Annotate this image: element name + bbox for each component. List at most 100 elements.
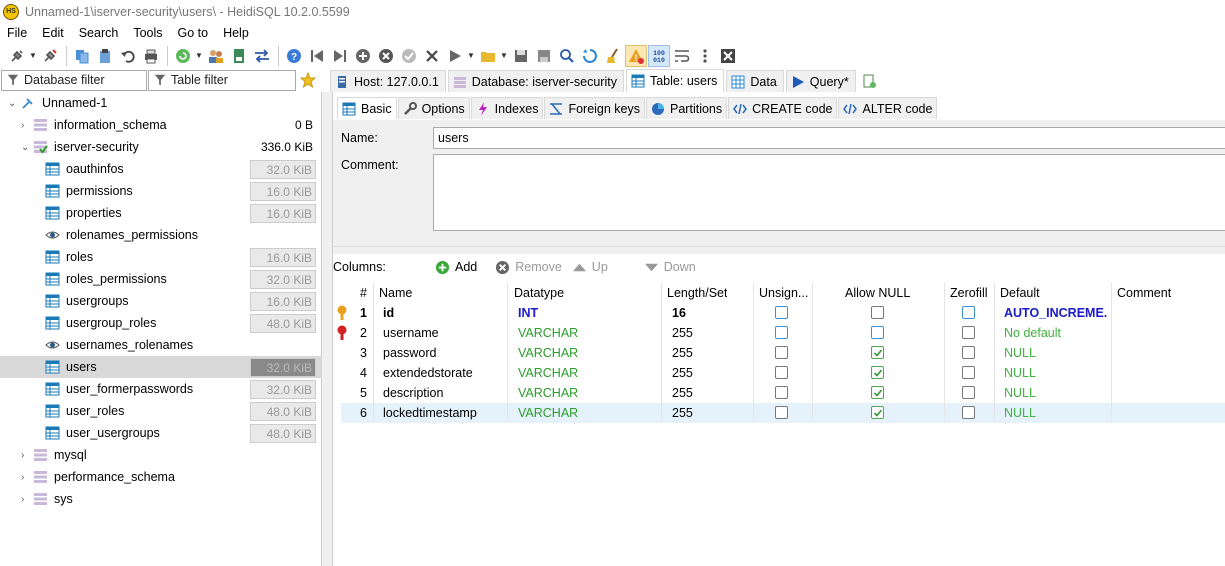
tree-db-performance-schema[interactable]: › performance_schema: [0, 466, 322, 488]
tab-basic[interactable]: Basic: [337, 97, 397, 119]
more-options-icon[interactable]: [694, 45, 716, 67]
unsigned-checkbox[interactable]: [775, 306, 788, 319]
cell-length[interactable]: 255: [672, 323, 693, 343]
tab-indexes[interactable]: Indexes: [470, 97, 544, 119]
favorite-star-icon[interactable]: [296, 69, 320, 91]
cell-default[interactable]: NULL: [1004, 363, 1108, 383]
expand-arrow-icon[interactable]: ›: [21, 120, 31, 131]
cell-datatype[interactable]: VARCHAR: [518, 323, 578, 343]
cancel-edit-icon[interactable]: [421, 45, 443, 67]
refresh-dropdown-icon[interactable]: ▼: [195, 51, 203, 60]
tree-db-sys[interactable]: › sys: [0, 488, 322, 510]
post-record-icon[interactable]: [398, 45, 420, 67]
tree-table-item[interactable]: usergroups 16.0 KiB: [0, 290, 322, 312]
delete-record-icon[interactable]: [375, 45, 397, 67]
tree-table-item[interactable]: user_usergroups 48.0 KiB: [0, 422, 322, 444]
table-name-input[interactable]: users: [433, 127, 1225, 149]
open-folder-icon[interactable]: [477, 45, 499, 67]
insert-record-icon[interactable]: [352, 45, 374, 67]
move-up-button[interactable]: Up: [572, 260, 608, 275]
zerofill-checkbox[interactable]: [962, 306, 975, 319]
execute-dropdown-icon[interactable]: ▼: [467, 51, 475, 60]
connect-dropdown-icon[interactable]: ▼: [29, 51, 37, 60]
database-filter-input[interactable]: Database filter: [1, 69, 147, 91]
allow-null-checkbox[interactable]: [871, 346, 884, 359]
cell-datatype[interactable]: VARCHAR: [518, 363, 578, 383]
warnings-icon[interactable]: !: [625, 44, 647, 67]
header-comment[interactable]: Comment: [1117, 283, 1171, 303]
move-down-button[interactable]: Down: [644, 260, 696, 275]
menu-help[interactable]: Help: [216, 26, 257, 40]
tree-table-item[interactable]: permissions 16.0 KiB: [0, 180, 322, 202]
tree-table-item[interactable]: properties 16.0 KiB: [0, 202, 322, 224]
cell-name[interactable]: id: [383, 303, 394, 323]
tree-table-item[interactable]: rolenames_permissions: [0, 224, 322, 246]
tab-query[interactable]: Query*: [785, 70, 856, 92]
cell-name[interactable]: extendedstorate: [383, 363, 473, 383]
tree-table-item[interactable]: user_roles 48.0 KiB: [0, 400, 322, 422]
cell-name[interactable]: lockedtimestamp: [383, 403, 477, 423]
cell-default[interactable]: No default: [1004, 323, 1108, 343]
tab-alter-code[interactable]: ALTER code: [838, 97, 938, 119]
format-broom-icon[interactable]: [602, 45, 624, 67]
zerofill-checkbox[interactable]: [962, 346, 975, 359]
tree-table-item[interactable]: user_formerpasswords 32.0 KiB: [0, 378, 322, 400]
open-dropdown-icon[interactable]: ▼: [500, 51, 508, 60]
remove-column-button[interactable]: Remove: [495, 260, 562, 275]
help-icon[interactable]: ?: [283, 45, 305, 67]
header-default[interactable]: Default: [1000, 283, 1040, 303]
save-snippet-icon[interactable]: [533, 45, 555, 67]
new-query-tab-icon[interactable]: [858, 70, 880, 92]
last-record-icon[interactable]: [329, 45, 351, 67]
horizontal-splitter[interactable]: [333, 246, 1225, 254]
allow-null-checkbox[interactable]: [871, 406, 884, 419]
cell-default[interactable]: NULL: [1004, 343, 1108, 363]
cell-length[interactable]: 255: [672, 383, 693, 403]
unsigned-checkbox[interactable]: [775, 406, 788, 419]
menu-goto[interactable]: Go to: [171, 26, 217, 40]
connect-plug-icon[interactable]: [6, 45, 28, 67]
header-unsigned[interactable]: Unsign...: [759, 283, 808, 303]
table-row[interactable]: 2 username VARCHAR 255 No default: [333, 323, 1225, 343]
first-record-icon[interactable]: [306, 45, 328, 67]
export-sql-icon[interactable]: [228, 45, 250, 67]
cell-length[interactable]: 255: [672, 343, 693, 363]
execute-play-icon[interactable]: [444, 45, 466, 67]
unsigned-checkbox[interactable]: [775, 386, 788, 399]
user-manager-icon[interactable]: [205, 45, 227, 67]
tab-foreign-keys[interactable]: Foreign keys: [544, 97, 646, 119]
add-column-button[interactable]: Add: [435, 260, 477, 275]
header-name[interactable]: Name: [379, 283, 412, 303]
header-allow-null[interactable]: Allow NULL: [845, 283, 910, 303]
table-row[interactable]: 4 extendedstorate VARCHAR 255 NULL: [333, 363, 1225, 383]
cell-default[interactable]: NULL: [1004, 403, 1108, 423]
tab-partitions[interactable]: Partitions: [646, 97, 728, 119]
tab-create-code[interactable]: CREATE code: [728, 97, 838, 119]
tree-table-item[interactable]: oauthinfos 32.0 KiB: [0, 158, 322, 180]
table-row[interactable]: 5 description VARCHAR 255 NULL: [333, 383, 1225, 403]
sync-arrows-icon[interactable]: [251, 45, 273, 67]
header-length[interactable]: Length/Set: [667, 283, 727, 303]
cell-datatype[interactable]: VARCHAR: [518, 403, 578, 423]
cell-datatype[interactable]: INT: [518, 303, 538, 323]
collapse-arrow-icon[interactable]: ⌄: [21, 142, 31, 153]
cell-length[interactable]: 255: [672, 363, 693, 383]
tree-table-item[interactable]: roles_permissions 32.0 KiB: [0, 268, 322, 290]
cell-length[interactable]: 255: [672, 403, 693, 423]
zerofill-checkbox[interactable]: [962, 326, 975, 339]
expand-arrow-icon[interactable]: ›: [21, 472, 31, 483]
unsigned-checkbox[interactable]: [775, 366, 788, 379]
allow-null-checkbox[interactable]: [871, 386, 884, 399]
tree-table-item[interactable]: roles 16.0 KiB: [0, 246, 322, 268]
menu-edit[interactable]: Edit: [35, 26, 72, 40]
tab-data[interactable]: Data: [726, 70, 784, 92]
tab-options[interactable]: Options: [397, 97, 470, 119]
cell-length[interactable]: 16: [672, 303, 686, 323]
tab-database[interactable]: Database: iserver-security: [447, 70, 624, 92]
collapse-arrow-icon[interactable]: ⌄: [8, 98, 18, 109]
table-row[interactable]: 6 lockedtimestamp VARCHAR 255 NULL: [333, 403, 1225, 423]
tree-table-item[interactable]: usergroup_roles 48.0 KiB: [0, 312, 322, 334]
undo-icon[interactable]: [117, 45, 139, 67]
refresh-icon[interactable]: [172, 45, 194, 67]
menu-search[interactable]: Search: [72, 26, 127, 40]
